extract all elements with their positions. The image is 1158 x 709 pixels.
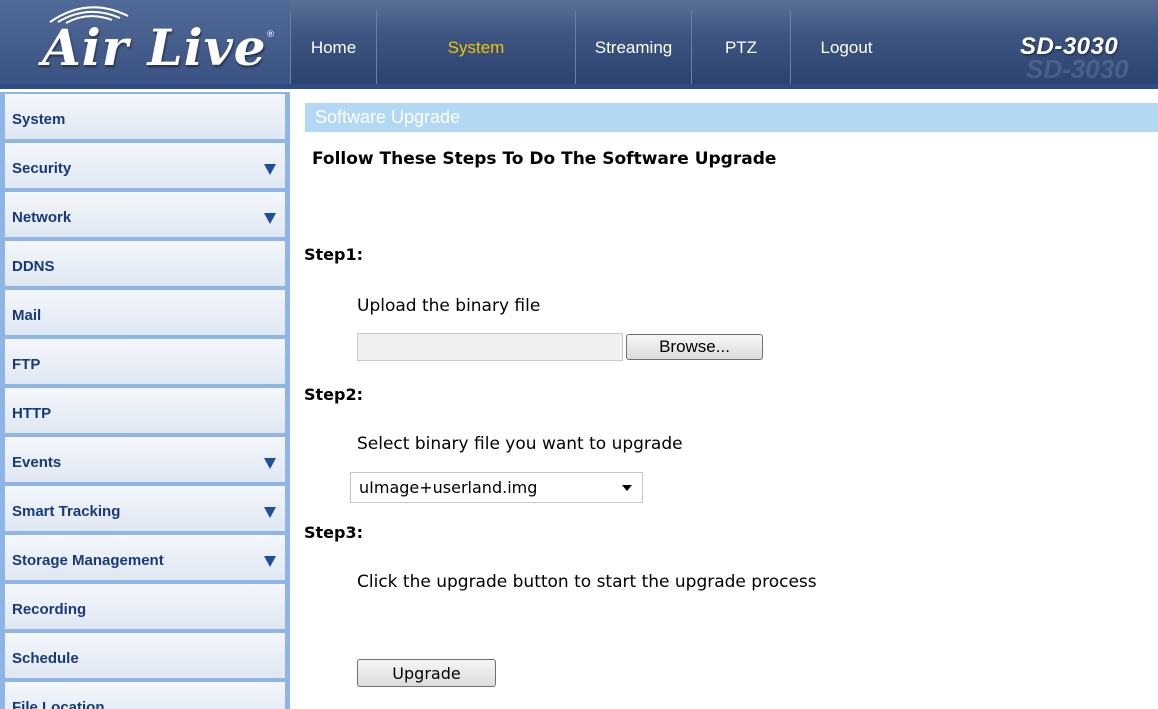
- triangle-down-icon: [264, 507, 276, 518]
- sidebar-item-security[interactable]: Security: [5, 143, 285, 188]
- sidebar-item-label: Recording: [12, 601, 87, 618]
- sidebar-item-label: Smart Tracking: [12, 503, 121, 520]
- sidebar-item-label: System: [12, 111, 66, 128]
- step1-label: Step1:: [304, 245, 364, 264]
- sidebar-item-label: File Location: [12, 699, 105, 709]
- binary-file-select[interactable]: uImage+userland.img: [350, 472, 643, 503]
- sidebar-item-label: Network: [12, 209, 72, 226]
- header-divider: [0, 84, 1158, 89]
- sidebar: System Security Network DDNS Mail FTP HT…: [0, 92, 290, 709]
- step2-label: Step2:: [304, 385, 364, 404]
- step3-instruction: Click the upgrade button to start the up…: [357, 572, 817, 592]
- sidebar-item-file-location[interactable]: File Location: [5, 682, 285, 709]
- sidebar-item-events[interactable]: Events: [5, 437, 285, 482]
- top-nav: Home System Streaming PTZ Logout: [290, 10, 902, 86]
- nav-logout[interactable]: Logout: [790, 10, 902, 86]
- triangle-down-icon: [264, 213, 276, 224]
- sidebar-item-label: FTP: [12, 356, 41, 373]
- sidebar-item-ddns[interactable]: DDNS: [5, 241, 285, 286]
- registered-mark: ®: [266, 30, 275, 40]
- nav-home[interactable]: Home: [290, 10, 376, 86]
- upgrade-button[interactable]: Upgrade: [357, 659, 496, 687]
- select-value: uImage+userland.img: [359, 478, 538, 497]
- file-path-input[interactable]: [357, 333, 623, 361]
- header: Air Live ® Home System Streaming PTZ Log…: [0, 0, 1158, 89]
- sidebar-item-recording[interactable]: Recording: [5, 584, 285, 629]
- step1-instruction: Upload the binary file: [357, 296, 541, 316]
- sidebar-item-schedule[interactable]: Schedule: [5, 633, 285, 678]
- nav-system[interactable]: System: [376, 10, 575, 86]
- sidebar-item-mail[interactable]: Mail: [5, 290, 285, 335]
- sidebar-item-label: Events: [12, 454, 62, 471]
- sidebar-item-label: Storage Management: [12, 552, 164, 569]
- sidebar-item-network[interactable]: Network: [5, 192, 285, 237]
- triangle-down-icon: [264, 458, 276, 469]
- page-heading: Follow These Steps To Do The Software Up…: [312, 149, 777, 169]
- triangle-down-icon: [264, 164, 276, 175]
- sidebar-item-storage-management[interactable]: Storage Management: [5, 535, 285, 580]
- sidebar-item-label: DDNS: [12, 258, 55, 275]
- sidebar-item-label: Security: [12, 160, 72, 177]
- step2-instruction: Select binary file you want to upgrade: [357, 434, 683, 454]
- caret-down-icon: [622, 485, 632, 491]
- nav-ptz[interactable]: PTZ: [691, 10, 790, 86]
- logo[interactable]: Air Live ®: [0, 0, 290, 86]
- nav-streaming[interactable]: Streaming: [575, 10, 691, 86]
- sidebar-item-label: HTTP: [12, 405, 52, 422]
- logo-text: Air Live: [42, 18, 267, 77]
- sidebar-item-smart-tracking[interactable]: Smart Tracking: [5, 486, 285, 531]
- step3-label: Step3:: [304, 523, 364, 542]
- sidebar-item-ftp[interactable]: FTP: [5, 339, 285, 384]
- sidebar-item-label: Schedule: [12, 650, 79, 667]
- browse-button[interactable]: Browse...: [626, 334, 763, 360]
- sidebar-item-label: Mail: [12, 307, 42, 324]
- model-name: SD-3030: [1020, 33, 1119, 60]
- sidebar-item-http[interactable]: HTTP: [5, 388, 285, 433]
- section-title-bar: Software Upgrade: [305, 103, 1158, 132]
- sidebar-item-system[interactable]: System: [5, 94, 285, 139]
- triangle-down-icon: [264, 556, 276, 567]
